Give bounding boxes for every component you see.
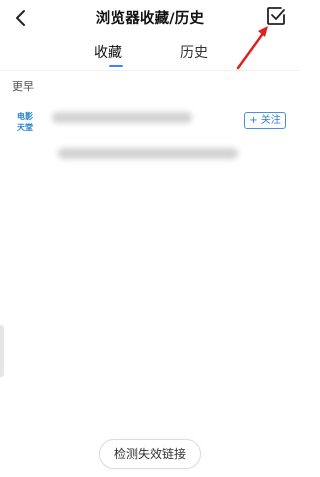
section-label: 更早 <box>12 80 34 93</box>
side-drawer-handle[interactable] <box>0 325 4 377</box>
header-bar: 浏览器收藏/历史 <box>0 0 300 34</box>
blurred-title <box>52 112 192 123</box>
follow-button[interactable]: + 关注 <box>244 112 286 129</box>
divider <box>0 70 300 71</box>
tab-favorites[interactable]: 收藏 <box>94 42 122 62</box>
tab-bar: 收藏 历史 <box>0 42 300 70</box>
tab-history[interactable]: 历史 <box>180 42 208 62</box>
svg-text:天堂: 天堂 <box>17 122 33 132</box>
active-tab-indicator <box>109 65 123 67</box>
svg-text:电影: 电影 <box>17 111 33 121</box>
page-title: 浏览器收藏/历史 <box>95 11 205 27</box>
blurred-url <box>58 148 238 159</box>
favorite-item[interactable]: 电影 天堂 + 关注 <box>0 100 300 172</box>
checkbox-edit-icon[interactable] <box>265 5 287 27</box>
check-invalid-links-button[interactable]: 检测失效链接 <box>99 439 201 469</box>
site-logo: 电影 天堂 <box>17 111 33 132</box>
